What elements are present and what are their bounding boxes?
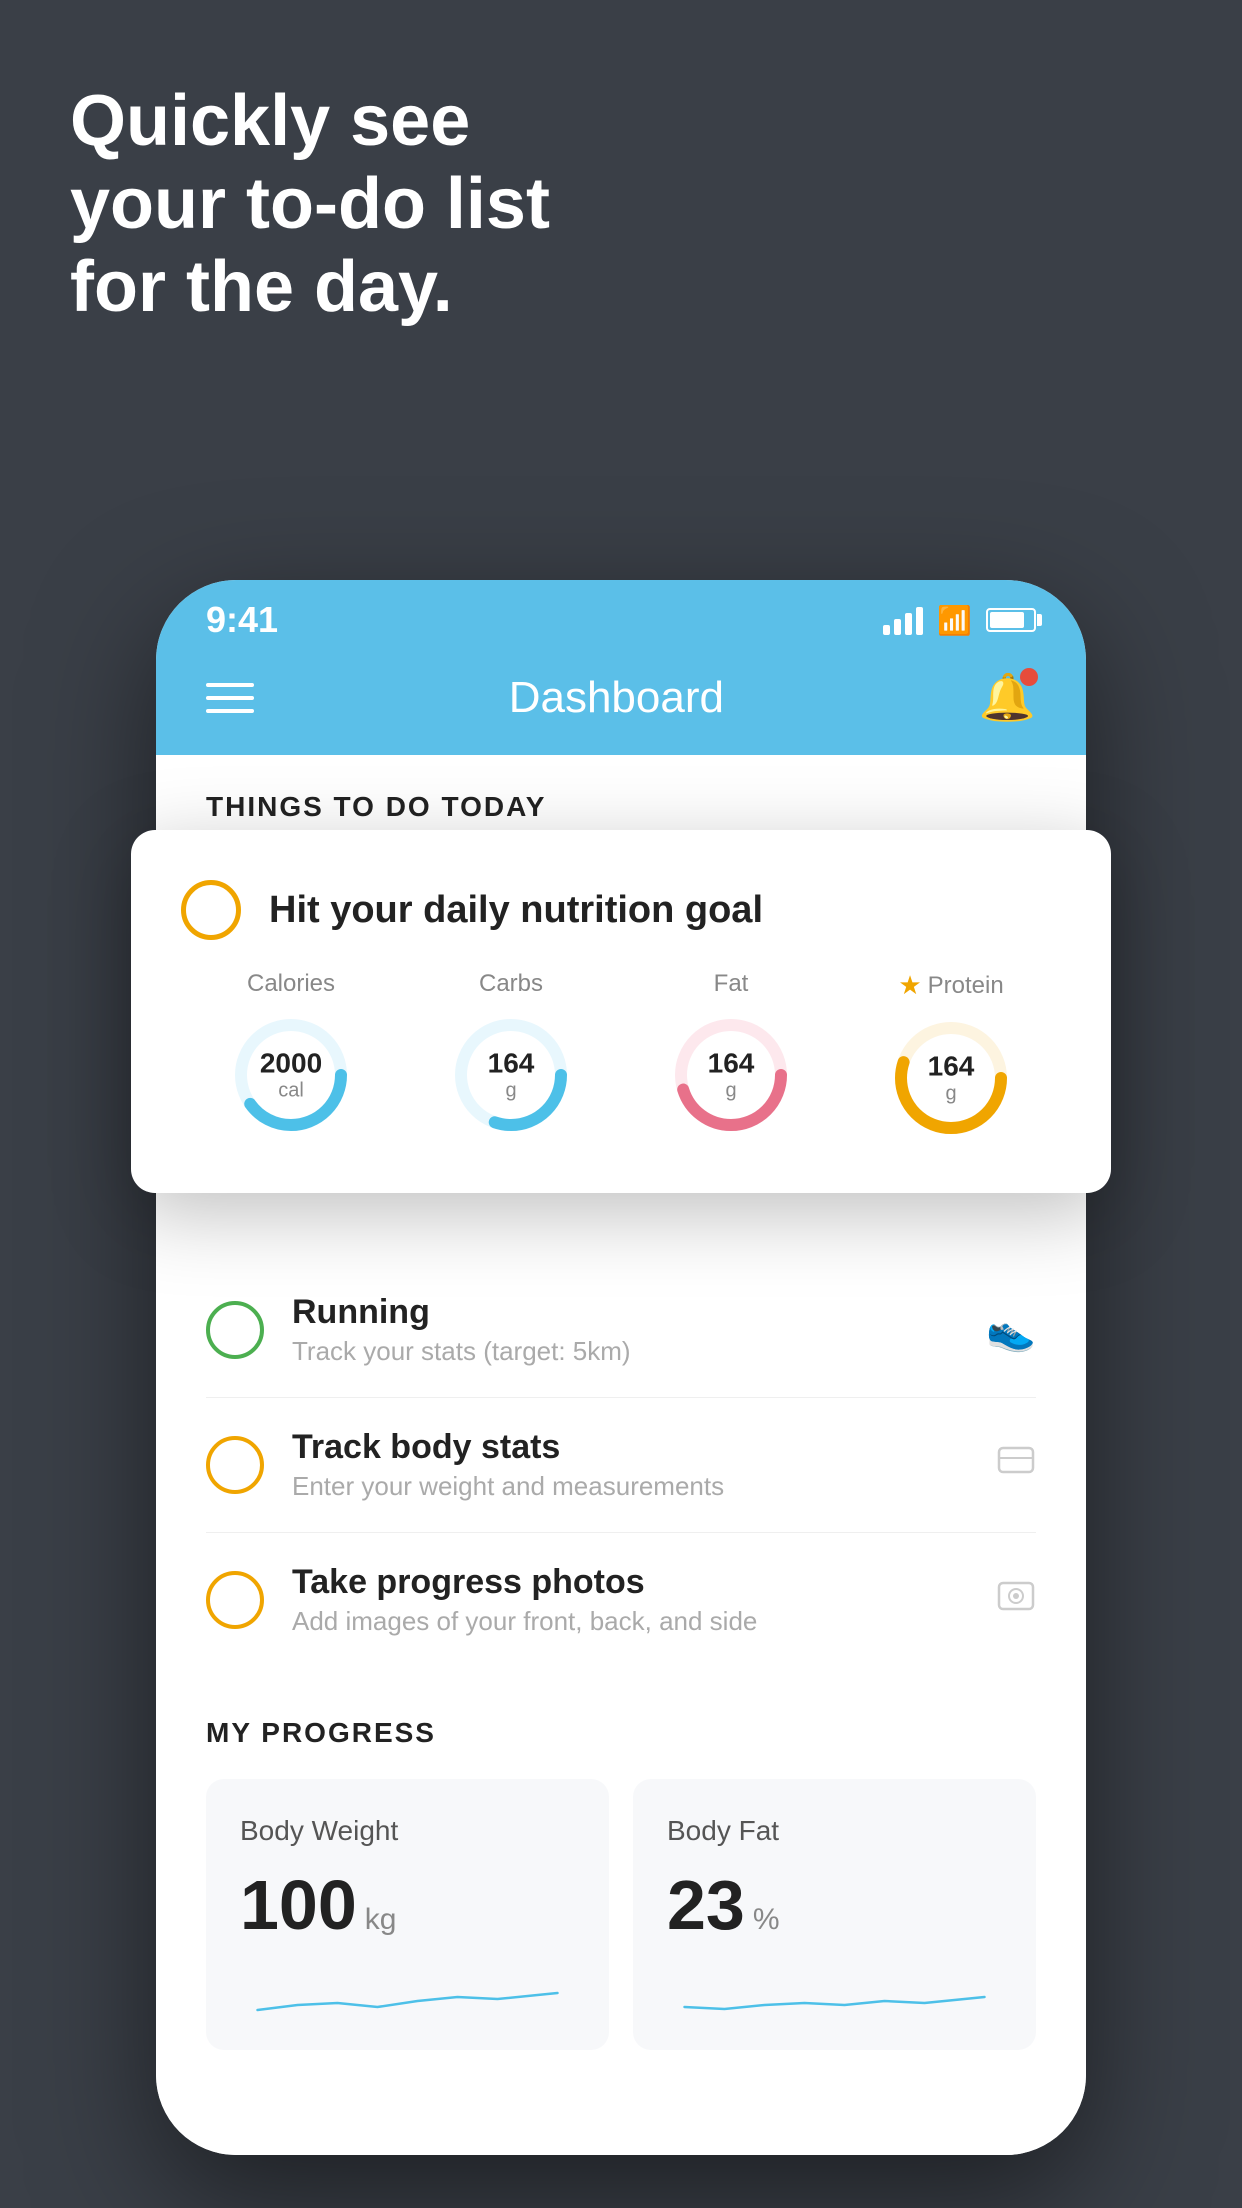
status-bar: 9:41 📶 [156, 580, 1086, 650]
body-fat-label: Body Fat [667, 1815, 1002, 1847]
todo-text-body-stats: Track body stats Enter your weight and m… [292, 1428, 996, 1502]
photo-icon [996, 1575, 1036, 1625]
nutrition-radio[interactable] [181, 880, 241, 940]
menu-button[interactable] [206, 683, 254, 713]
body-fat-chart [667, 1965, 1002, 2025]
todo-item-photos[interactable]: Take progress photos Add images of your … [206, 1533, 1036, 1667]
progress-section: MY PROGRESS Body Weight 100 kg Body Fat [156, 1667, 1086, 2050]
nutrition-circles: Calories 2000 cal Carbs [181, 970, 1061, 1143]
carbs-item: Carbs 164 g [446, 970, 576, 1143]
app-header: Dashboard 🔔 [156, 650, 1086, 755]
todo-circle-running [206, 1301, 264, 1359]
calories-value: 2000 cal [260, 1049, 322, 1102]
nutrition-card: Hit your daily nutrition goal Calories 2… [131, 830, 1111, 1193]
todo-circle-body-stats [206, 1436, 264, 1494]
calories-donut: 2000 cal [226, 1010, 356, 1140]
body-weight-card: Body Weight 100 kg [206, 1779, 609, 2050]
todo-circle-photos [206, 1571, 264, 1629]
calories-item: Calories 2000 cal [226, 970, 356, 1143]
body-fat-value-row: 23 % [667, 1865, 1002, 1945]
protein-label: ★ Protein [898, 970, 1003, 1001]
fat-label: Fat [714, 970, 749, 998]
todo-subtitle-running: Track your stats (target: 5km) [292, 1336, 986, 1367]
status-time: 9:41 [206, 599, 278, 641]
status-icons: 📶 [883, 604, 1036, 637]
calories-label: Calories [247, 970, 335, 998]
progress-title: MY PROGRESS [206, 1717, 1036, 1749]
todo-item-running[interactable]: Running Track your stats (target: 5km) 👟 [206, 1263, 1036, 1398]
todo-title-photos: Take progress photos [292, 1563, 996, 1602]
body-fat-unit: % [753, 1903, 780, 1937]
todo-text-photos: Take progress photos Add images of your … [292, 1563, 996, 1637]
todo-list: Running Track your stats (target: 5km) 👟… [156, 1263, 1086, 1667]
nutrition-todo-row: Hit your daily nutrition goal [181, 880, 1061, 940]
progress-cards: Body Weight 100 kg Body Fat 23 % [206, 1779, 1036, 2050]
todo-text-running: Running Track your stats (target: 5km) [292, 1293, 986, 1367]
body-weight-value-row: 100 kg [240, 1865, 575, 1945]
protein-value: 164 g [928, 1052, 975, 1105]
signal-icon [883, 605, 923, 635]
todo-subtitle-body-stats: Enter your weight and measurements [292, 1471, 996, 1502]
body-weight-chart [240, 1965, 575, 2025]
running-icon: 👟 [986, 1307, 1036, 1354]
todo-title-body-stats: Track body stats [292, 1428, 996, 1467]
fat-donut: 164 g [666, 1010, 796, 1140]
protein-donut: 164 g [886, 1013, 1016, 1143]
star-icon: ★ [898, 970, 921, 1001]
notifications-button[interactable]: 🔔 [979, 670, 1036, 725]
wifi-icon: 📶 [937, 604, 972, 637]
hero-text: Quickly see your to-do list for the day. [70, 80, 550, 328]
todo-title-running: Running [292, 1293, 986, 1332]
todo-item-body-stats[interactable]: Track body stats Enter your weight and m… [206, 1398, 1036, 1533]
header-title: Dashboard [509, 673, 724, 723]
body-weight-value: 100 [240, 1865, 357, 1945]
battery-icon [986, 608, 1036, 632]
carbs-donut: 164 g [446, 1010, 576, 1140]
body-weight-label: Body Weight [240, 1815, 575, 1847]
scale-icon [996, 1440, 1036, 1490]
fat-value: 164 g [708, 1049, 755, 1102]
carbs-value: 164 g [488, 1049, 535, 1102]
notification-dot [1020, 668, 1038, 686]
phone-mockup: 9:41 📶 Dashboard 🔔 THINGS [156, 580, 1086, 2155]
todo-subtitle-photos: Add images of your front, back, and side [292, 1606, 996, 1637]
body-weight-unit: kg [365, 1903, 397, 1937]
carbs-label: Carbs [479, 970, 543, 998]
fat-item: Fat 164 g [666, 970, 796, 1143]
protein-item: ★ Protein 164 g [886, 970, 1016, 1143]
nutrition-todo-label: Hit your daily nutrition goal [269, 889, 763, 932]
body-fat-card: Body Fat 23 % [633, 1779, 1036, 2050]
body-fat-value: 23 [667, 1865, 745, 1945]
